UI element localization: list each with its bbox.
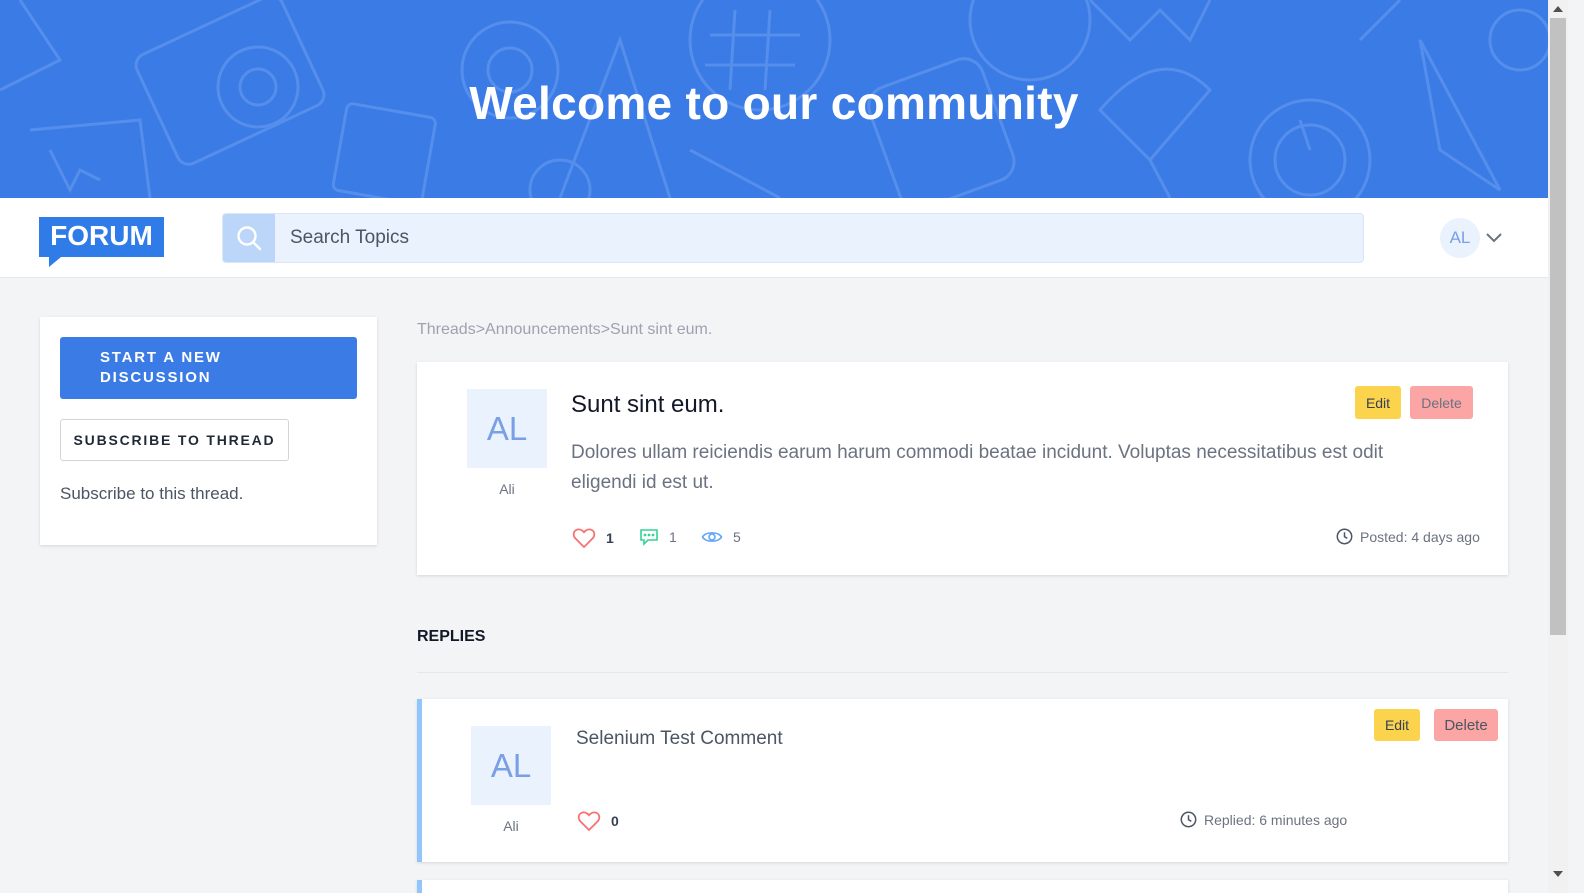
breadcrumb-current: Sunt sint eum.: [610, 321, 713, 338]
breadcrumb-threads[interactable]: Threads: [417, 321, 476, 338]
logo-text: FORUM: [50, 220, 153, 251]
user-menu[interactable]: AL: [1440, 218, 1505, 258]
breadcrumb-separator: >: [600, 321, 611, 338]
like-count: 1: [606, 530, 614, 546]
reply-delete-button[interactable]: Delete: [1434, 709, 1498, 741]
comment-count: 1: [669, 529, 677, 545]
subscribe-note: Subscribe to this thread.: [60, 484, 244, 503]
search-icon: [237, 226, 262, 251]
thread-card: AL Ali Sunt sint eum. Dolores ullam reic…: [417, 362, 1508, 575]
replies-heading: REPLIES: [417, 628, 486, 645]
forum-logo[interactable]: FORUM: [39, 217, 164, 267]
scroll-thumb[interactable]: [1550, 18, 1566, 635]
reply-author-name[interactable]: Ali: [471, 818, 551, 834]
top-navbar: FORUM AL: [0, 198, 1548, 278]
replied-meta: Replied: 6 minutes ago: [1180, 811, 1347, 828]
reply-text: Selenium Test Comment: [576, 728, 783, 749]
hero-title: Welcome to our community: [469, 77, 1079, 129]
breadcrumb-announcements[interactable]: Announcements: [485, 321, 601, 338]
clock-icon: [1180, 811, 1197, 828]
subscribe-thread-button[interactable]: SUBSCRIBE TO THREAD: [60, 419, 289, 461]
scroll-down-arrow[interactable]: [1553, 871, 1563, 877]
thread-edit-button[interactable]: Edit: [1355, 386, 1401, 419]
eye-icon: [701, 532, 723, 542]
search-bar: [222, 213, 1364, 263]
chevron-down-icon: [1486, 233, 1502, 243]
breadcrumb: Threads>Announcements>Sunt sint eum.: [417, 321, 712, 339]
logo-tail: [49, 257, 61, 267]
scroll-up-arrow[interactable]: [1553, 6, 1563, 12]
replied-time: Replied: 6 minutes ago: [1204, 811, 1348, 828]
reply-author-avatar[interactable]: AL: [471, 726, 551, 805]
start-discussion-button[interactable]: START A NEW DISCUSSION: [60, 337, 357, 399]
posted-meta: Posted: 4 days ago: [1336, 528, 1480, 545]
heart-icon: [577, 811, 601, 832]
thread-author-name[interactable]: Ali: [467, 481, 547, 497]
comment-stat[interactable]: 1: [639, 527, 677, 547]
reply-like-count: 0: [611, 813, 619, 829]
search-input[interactable]: [275, 214, 1363, 262]
page-scrollbar[interactable]: [1548, 0, 1568, 893]
replies-divider: [417, 672, 1508, 673]
thread-author-avatar[interactable]: AL: [467, 389, 547, 468]
search-icon-button[interactable]: [223, 214, 275, 262]
posted-time: Posted: 4 days ago: [1360, 528, 1480, 545]
like-stat[interactable]: 1: [572, 527, 614, 549]
reply-edit-button[interactable]: Edit: [1374, 709, 1420, 741]
reply-card-next: [417, 880, 1508, 893]
thread-delete-button[interactable]: Delete: [1410, 386, 1473, 419]
views-stat: 5: [701, 527, 741, 547]
sidebar-panel: START A NEW DISCUSSION SUBSCRIBE TO THRE…: [40, 317, 377, 545]
thread-body: Dolores ullam reiciendis earum harum com…: [571, 442, 1384, 493]
heart-icon: [572, 528, 596, 549]
views-count: 5: [733, 529, 741, 545]
breadcrumb-separator: >: [475, 321, 486, 338]
clock-icon: [1336, 528, 1353, 545]
chat-icon: [640, 529, 658, 546]
hero-banner: Welcome to our community: [0, 0, 1548, 198]
user-avatar: AL: [1440, 218, 1480, 258]
thread-title: Sunt sint eum.: [571, 391, 725, 418]
reply-like-stat[interactable]: 0: [577, 810, 619, 832]
reply-card: AL Ali Selenium Test Comment Edit Delete…: [417, 699, 1508, 862]
